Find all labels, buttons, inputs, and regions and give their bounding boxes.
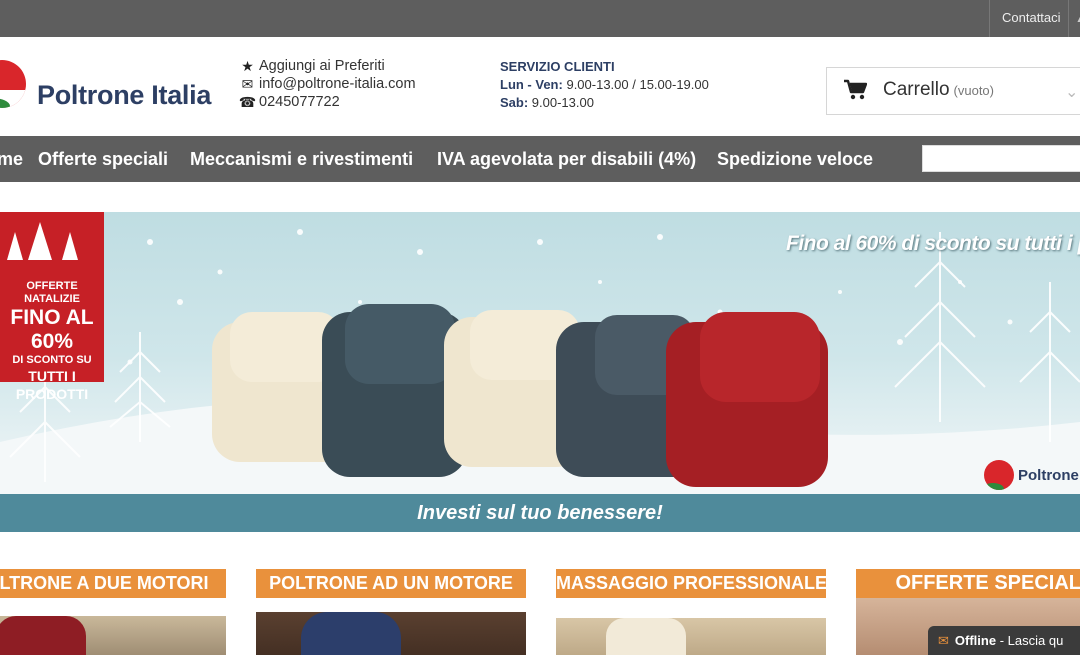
star-icon: ★ [241, 58, 254, 74]
search-input[interactable] [922, 145, 1080, 172]
header-contacts: ★ Aggiungi ai Preferiti ✉ info@poltrone-… [238, 57, 416, 111]
banner-tagline: Investi sul tuo benessere! [417, 502, 663, 524]
category-card-massage[interactable]: MASSAGGIO PROFESSIONALE [556, 569, 826, 655]
favorites-link[interactable]: Aggiungi ai Preferiti [259, 57, 385, 75]
main-nav: me Offerte speciali Meccanismi e rivesti… [0, 136, 1080, 182]
cart-label: Carrello (vuoto) [883, 79, 994, 100]
chevron-down-icon: ⌄ [1065, 84, 1079, 101]
phone-row: ☎ 0245077722 [238, 93, 416, 111]
chat-status: Offline [954, 633, 997, 648]
logo-text[interactable]: Poltrone Italia [37, 80, 211, 111]
category-title: OFFERTE SPECIALI [856, 569, 1080, 598]
hero-banner[interactable]: OFFERTE NATALIZIE FINO AL 60% DI SCONTO … [0, 212, 1080, 532]
envelope-icon: ✉ [938, 633, 949, 648]
category-image [556, 618, 826, 655]
chat-text: - Lascia qu [999, 633, 1064, 648]
category-card-one-motor[interactable]: POLTRONE AD UN MOTORE [256, 569, 526, 655]
banner-headline: Fino al 60% di sconto su tutti i prodott… [786, 232, 1080, 255]
nav-item-spedizione[interactable]: Spedizione veloce [717, 136, 873, 182]
email-link[interactable]: info@poltrone-italia.com [259, 75, 416, 93]
category-title: POLTRONE AD UN MOTORE [256, 569, 526, 598]
cart-button[interactable]: Carrello (vuoto) ⌄ [826, 67, 1080, 115]
banner-artwork [0, 229, 1080, 532]
service-weekday: Lun - Ven: 9.00-13.00 / 15.00-19.00 [500, 77, 709, 92]
service-title: SERVIZIO CLIENTI [500, 59, 615, 74]
category-image [256, 612, 526, 655]
category-card-two-motors[interactable]: POLTRONE A DUE MOTORI [0, 569, 226, 655]
logo-icon [984, 460, 1014, 490]
nav-item-meccanismi[interactable]: Meccanismi e rivestimenti [190, 136, 413, 182]
contact-link[interactable]: Contattaci [989, 0, 1073, 37]
category-title: POLTRONE A DUE MOTORI [0, 569, 226, 598]
category-title: MASSAGGIO PROFESSIONALE [556, 569, 826, 598]
logo-icon[interactable] [0, 60, 26, 108]
live-chat-widget[interactable]: ✉ Offline - Lascia qu [928, 626, 1080, 655]
nav-item-offerte-speciali[interactable]: Offerte speciali [38, 136, 168, 182]
banner-brand: Poltrone [984, 460, 1079, 490]
cart-status: (vuoto) [953, 83, 994, 98]
envelope-icon: ✉ [241, 76, 254, 92]
service-saturday: Sab: 9.00-13.00 [500, 95, 594, 110]
email-row[interactable]: ✉ info@poltrone-italia.com [240, 75, 416, 93]
phone-icon: ☎ [238, 94, 257, 110]
favorites-row[interactable]: ★ Aggiungi ai Preferiti [240, 57, 416, 75]
phone-number: 0245077722 [259, 94, 340, 110]
christmas-promo-badge: OFFERTE NATALIZIE FINO AL 60% DI SCONTO … [0, 212, 104, 402]
category-image [0, 616, 226, 655]
account-toggle[interactable]: ▲ [1068, 0, 1080, 37]
nav-item-home[interactable]: me [0, 136, 23, 182]
nav-item-iva-agevolata[interactable]: IVA agevolata per disabili (4%) [437, 136, 696, 182]
top-bar: Contattaci ▲ [0, 0, 1080, 37]
cart-icon [843, 79, 868, 106]
banner-tagline-strip: Investi sul tuo benessere! [0, 494, 1080, 532]
tree-icon [7, 222, 78, 260]
customer-service: SERVIZIO CLIENTI Lun - Ven: 9.00-13.00 /… [500, 58, 709, 112]
